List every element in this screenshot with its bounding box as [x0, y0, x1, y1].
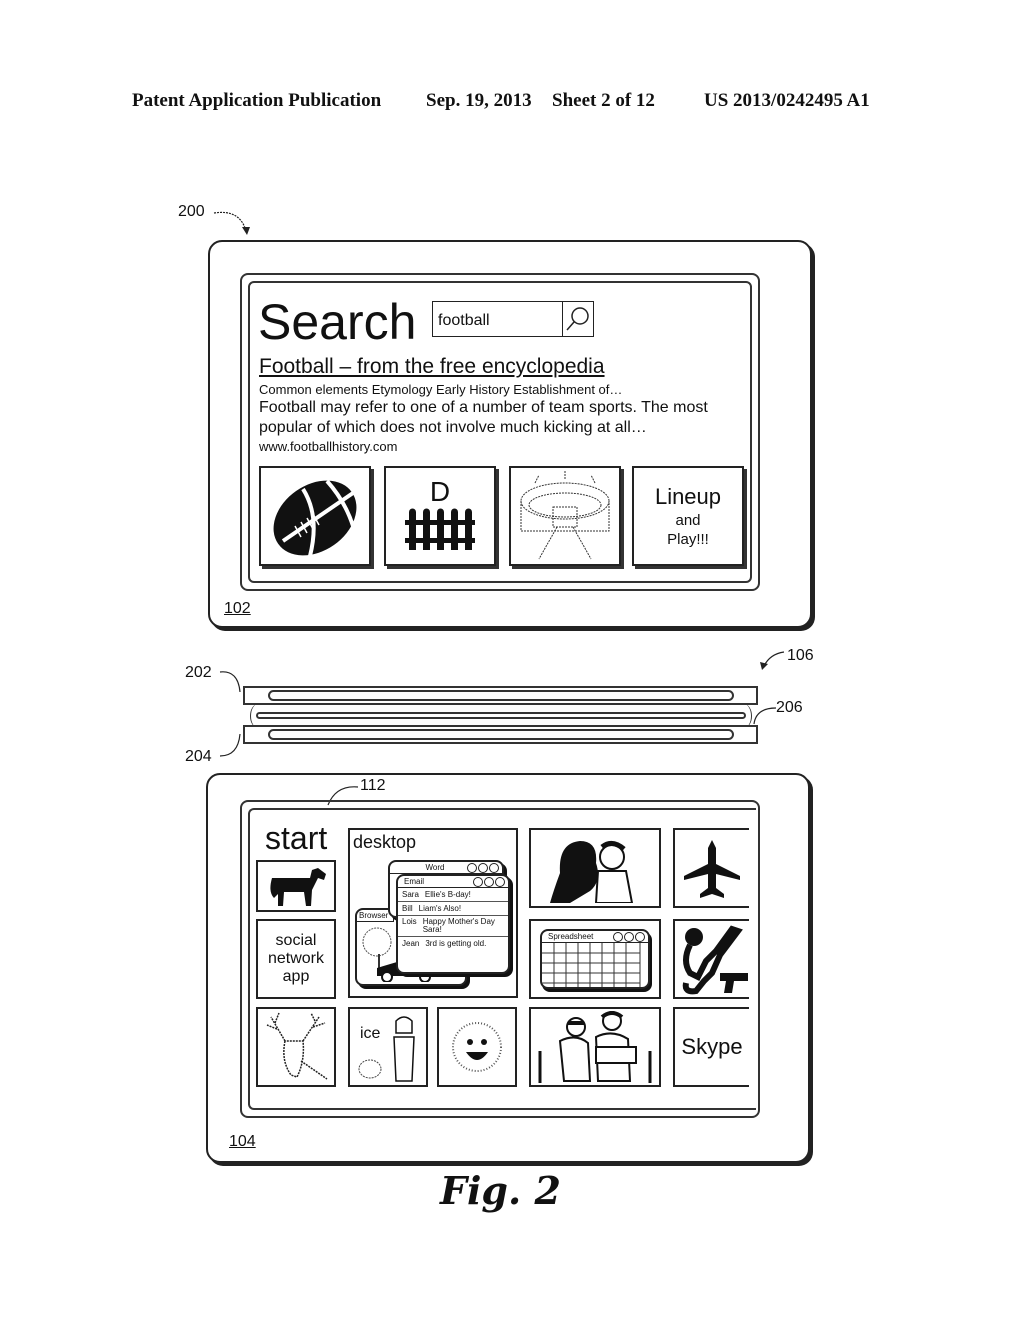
family-photo-icon — [550, 841, 634, 903]
email-subject: Happy Mother's Day Sara! — [422, 917, 495, 934]
ref-112: 112 — [360, 777, 386, 794]
magnifier-icon — [566, 307, 589, 331]
window-controls[interactable] — [472, 877, 505, 890]
tile-football[interactable] — [259, 466, 371, 566]
dog-icon — [270, 868, 326, 906]
ref-204: 204 — [185, 748, 212, 765]
tile-social-network-app[interactable]: social network app — [256, 919, 336, 999]
app-label: app — [282, 968, 310, 985]
airplane-icon — [684, 840, 740, 898]
tile-spreadsheet[interactable]: Spreadsheet — [529, 919, 661, 999]
tile-airplane[interactable] — [673, 828, 749, 908]
network-label: network — [267, 950, 325, 967]
lineup-label: Lineup — [654, 484, 722, 509]
email-subject: Ellie's B-day! — [424, 890, 471, 899]
ref-200-arrow-icon — [213, 211, 250, 235]
email-item[interactable]: Lois Happy Mother's Day Sara! — [398, 916, 508, 937]
email-sender: Sara — [402, 890, 419, 899]
tile-sun-face[interactable] — [437, 1007, 517, 1087]
tile-ice[interactable]: ice — [348, 1007, 428, 1087]
tile-monkey-game[interactable] — [673, 919, 749, 999]
spreadsheet-window[interactable]: Spreadsheet — [540, 929, 650, 989]
social-label: social — [275, 932, 317, 949]
email-item[interactable]: Bill Liam's Also! — [398, 902, 508, 916]
spreadsheet-grid-icon — [542, 943, 641, 987]
window-controls[interactable] — [612, 932, 645, 945]
football-icon — [273, 479, 357, 557]
result-title-link[interactable]: Football – from the free encyclopedia — [259, 355, 605, 379]
publication-date: Sep. 19, 2013 — [426, 90, 532, 111]
email-item[interactable]: Jean 3rd is getting old. — [398, 937, 508, 950]
tile-dog[interactable] — [256, 860, 336, 912]
tile-lineup-and-play[interactable]: Lineup and Play!!! — [632, 466, 744, 566]
and-label: and — [675, 512, 701, 529]
ref-202: 202 — [185, 664, 212, 681]
search-title: Search — [258, 294, 417, 350]
tile-photo-father-son[interactable] — [529, 828, 661, 908]
email-item[interactable]: Sara Ellie's B-day! — [398, 888, 508, 902]
hinge-middle-slot — [256, 712, 746, 719]
hinge-lower-slot — [268, 729, 734, 740]
result-url[interactable]: www.footballhistory.com — [259, 439, 397, 454]
email-window[interactable]: Email Sara Ellie's B-day! Bill Liam's Also… — [396, 874, 510, 974]
tile-skype[interactable]: Skype — [673, 1007, 749, 1087]
ref-106-arrow-icon — [760, 651, 785, 670]
spreadsheet-title: Spreadsheet — [548, 932, 594, 941]
search-box[interactable]: football — [432, 301, 594, 337]
result-snippet-line2: popular of which does not involve much k… — [259, 419, 647, 436]
skype-label: Skype — [681, 1034, 743, 1059]
result-snippet-line1: Football may refer to one of a number of… — [259, 399, 708, 416]
tile-people-photo[interactable] — [529, 1007, 661, 1087]
tile-deer[interactable] — [256, 1007, 336, 1087]
search-input[interactable]: football — [433, 302, 563, 336]
figure-caption: Fig. 2 — [440, 1168, 561, 1213]
sun-face-icon — [452, 1022, 502, 1072]
result-sublinks[interactable]: Common elements Etymology Early History … — [259, 382, 622, 397]
fence-icon — [405, 508, 475, 550]
deer-icon — [266, 1012, 328, 1080]
defense-label: D — [429, 475, 451, 507]
ref-200: 200 — [178, 203, 205, 220]
sheet-number: Sheet 2 of 12 — [552, 90, 655, 111]
ref-102: 102 — [224, 600, 251, 617]
email-sender: Bill — [402, 904, 413, 913]
email-subject: 3rd is getting old. — [425, 939, 487, 948]
desktop-label: desktop — [353, 832, 417, 852]
play-label: Play!!! — [667, 531, 709, 548]
email-sender: Jean — [402, 939, 420, 948]
hinge-upper-slot — [268, 690, 734, 701]
stadium-icon — [520, 471, 610, 560]
start-label: start — [265, 820, 328, 856]
patent-number: US 2013/0242495 A1 — [704, 90, 870, 111]
search-button[interactable] — [563, 302, 593, 336]
shaker-lemon-icon — [358, 1016, 415, 1082]
email-title: Email — [404, 877, 425, 886]
ref-106: 106 — [787, 647, 814, 664]
monkey-icon — [682, 925, 748, 995]
word-title: Word — [425, 863, 445, 872]
ref-206: 206 — [776, 699, 803, 716]
publication-label: Patent Application Publication — [132, 90, 382, 111]
people-photo-icon — [538, 1011, 652, 1083]
ref-104: 104 — [229, 1133, 256, 1150]
email-subject: Liam's Also! — [418, 904, 462, 913]
tile-defense[interactable]: D — [384, 466, 496, 566]
tile-stadium[interactable] — [509, 466, 621, 566]
email-sender: Lois — [402, 917, 417, 926]
